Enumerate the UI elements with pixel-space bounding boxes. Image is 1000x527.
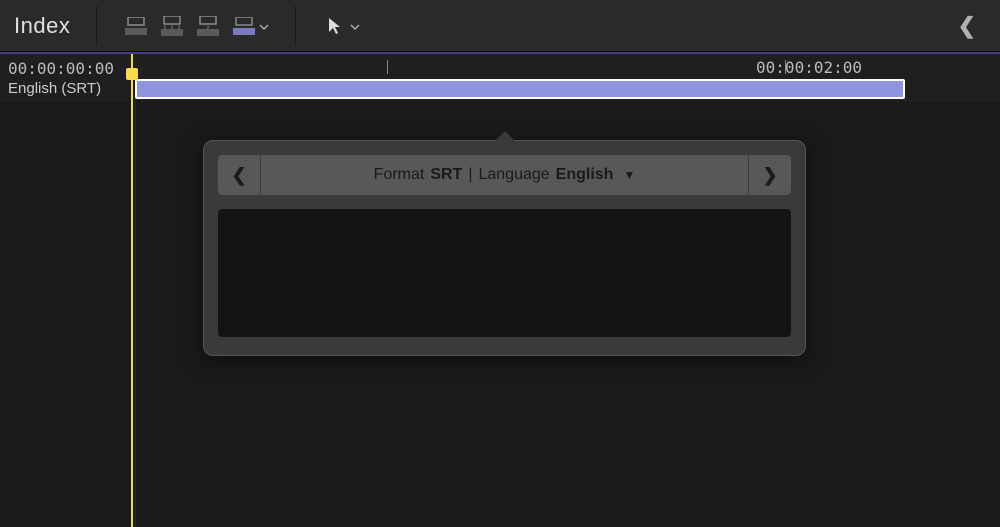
clip-layout-tool-group bbox=[123, 14, 269, 38]
back-chevron-icon[interactable]: ❮ bbox=[944, 13, 990, 39]
start-timecode: 00:00:00:00 bbox=[8, 59, 135, 78]
caption-track-label[interactable]: English (SRT) bbox=[8, 80, 135, 97]
caption-editor-popover: ❮ Format SRT | Language English ▼ ❯ bbox=[203, 140, 806, 356]
cursor-icon bbox=[322, 14, 348, 38]
timeline-left-gutter: 00:00:00:00 English (SRT) bbox=[0, 54, 135, 102]
timeline-ruler[interactable]: 00:00:02:00 bbox=[135, 54, 1000, 102]
format-value: SRT bbox=[430, 166, 462, 184]
language-label: Language bbox=[478, 166, 549, 184]
selection-tool-dropdown[interactable] bbox=[322, 14, 360, 38]
toolbar-divider bbox=[295, 6, 296, 46]
next-caption-button[interactable]: ❯ bbox=[749, 155, 791, 195]
selection-tool-group bbox=[322, 14, 360, 38]
chevron-down-icon: ▼ bbox=[623, 168, 635, 182]
format-label: Format bbox=[374, 166, 425, 184]
timeline-header: 00:00:00:00 English (SRT) 00:00:02:00 bbox=[0, 52, 1000, 102]
ruler-tick bbox=[387, 60, 388, 74]
caption-text-input[interactable] bbox=[218, 209, 791, 337]
end-timecode: 00:00:02:00 bbox=[756, 58, 862, 77]
clip-appearance-4-icon bbox=[231, 14, 257, 38]
caption-clip[interactable] bbox=[135, 79, 905, 99]
playhead[interactable] bbox=[131, 54, 133, 527]
chevron-down-icon bbox=[259, 17, 269, 35]
index-button[interactable]: Index bbox=[10, 13, 70, 39]
clip-appearance-1-icon[interactable] bbox=[123, 14, 149, 38]
chevron-down-icon bbox=[350, 17, 360, 35]
previous-caption-button[interactable]: ❮ bbox=[218, 155, 260, 195]
caption-editor-header: ❮ Format SRT | Language English ▼ ❯ bbox=[218, 155, 791, 195]
clip-appearance-4-dropdown[interactable] bbox=[231, 14, 269, 38]
clip-appearance-2-icon[interactable] bbox=[159, 14, 185, 38]
separator: | bbox=[468, 166, 472, 184]
toolbar: Index ❮ bbox=[0, 0, 1000, 52]
toolbar-divider bbox=[96, 6, 97, 46]
language-value: English bbox=[556, 166, 614, 184]
clip-appearance-3-icon[interactable] bbox=[195, 14, 221, 38]
caption-format-language-dropdown[interactable]: Format SRT | Language English ▼ bbox=[261, 155, 748, 195]
